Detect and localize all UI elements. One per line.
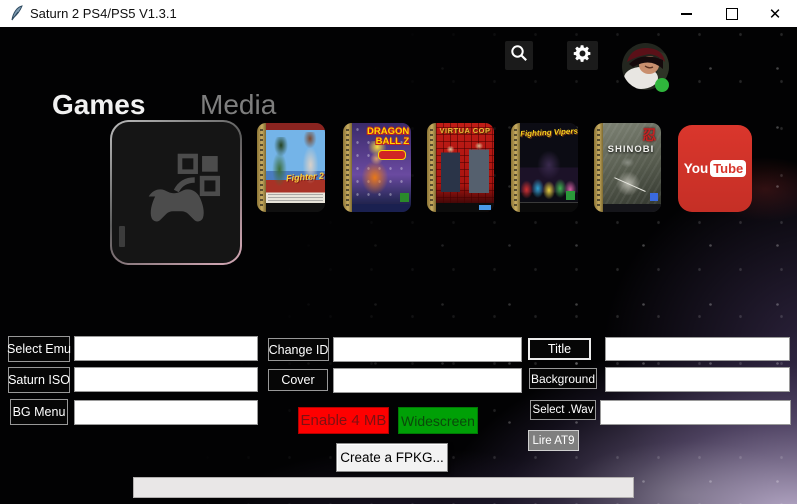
tile-indicator-bar xyxy=(119,226,125,247)
app-feather-icon xyxy=(10,5,24,27)
gear-icon xyxy=(572,43,593,69)
title-input[interactable] xyxy=(605,337,790,361)
window-title: Saturn 2 PS4/PS5 V1.3.1 xyxy=(30,6,177,21)
select-emu-button[interactable]: Select Emu xyxy=(8,336,70,362)
cover-spine xyxy=(257,123,266,212)
game-tile-virtua-cop[interactable]: VIRTUA COP xyxy=(427,123,494,212)
cop-figure xyxy=(469,143,490,202)
youtube-logo-tube: Tube xyxy=(710,160,746,177)
enable-4mb-toggle[interactable]: Enable 4 MB xyxy=(298,407,389,434)
cover-title: VIRTUA COP xyxy=(436,126,494,135)
library-tile-surface xyxy=(112,122,240,263)
game-tile-virtua-fighter-2[interactable]: Fighter 2 xyxy=(257,123,325,212)
app-surface: Games Media xyxy=(0,27,797,504)
game-library-icon xyxy=(134,152,226,235)
change-id-button[interactable]: Change ID xyxy=(268,338,329,361)
cover-art: Fighting Vipers xyxy=(520,123,578,212)
cover-bottom-band xyxy=(603,204,661,212)
background-button[interactable]: Background xyxy=(529,368,597,389)
cover-spine xyxy=(343,123,352,212)
search-button[interactable] xyxy=(505,41,533,70)
titlebar: Saturn 2 PS4/PS5 V1.3.1 ✕ xyxy=(0,0,797,27)
bg-menu-input[interactable] xyxy=(74,400,258,425)
cover-art: Fighter 2 xyxy=(266,123,325,212)
tab-games[interactable]: Games xyxy=(52,89,145,121)
background-input[interactable] xyxy=(605,367,790,392)
minimize-button[interactable] xyxy=(664,0,709,27)
search-icon xyxy=(509,43,529,68)
app-window: Saturn 2 PS4/PS5 V1.3.1 ✕ Games Media xyxy=(0,0,797,504)
game-tile-shinobi[interactable]: 忍 SHINOBI xyxy=(594,123,661,212)
create-fpkg-button[interactable]: Create a FPKG... xyxy=(336,443,448,472)
online-status-dot xyxy=(655,78,669,92)
saturn-iso-input[interactable] xyxy=(74,367,258,392)
select-wav-input[interactable] xyxy=(600,400,791,425)
cover-bottom-band xyxy=(352,204,411,212)
widescreen-toggle[interactable]: Widescreen xyxy=(398,407,478,434)
change-id-input[interactable] xyxy=(333,337,522,362)
cover-art: 忍 SHINOBI xyxy=(603,123,661,212)
cover-title: Fighting Vipers xyxy=(520,127,578,139)
title-button[interactable]: Title xyxy=(528,338,591,360)
select-wav-button[interactable]: Select .Wav xyxy=(530,400,596,420)
cover-art: DRAGON BALL Z xyxy=(352,123,411,212)
cover-bottom-band xyxy=(520,202,578,212)
selected-library-tile[interactable] xyxy=(110,120,242,265)
cover-spine xyxy=(427,123,436,212)
cover-button[interactable]: Cover xyxy=(268,369,328,391)
maximize-button[interactable] xyxy=(709,0,755,27)
game-tile-fighting-vipers[interactable]: Fighting Vipers xyxy=(511,123,578,212)
ninja-figure xyxy=(610,157,648,203)
cover-subtitle-pill xyxy=(378,150,406,160)
publisher-mark xyxy=(400,193,409,202)
cop-figure xyxy=(441,146,461,201)
publisher-mark xyxy=(479,205,491,210)
cover-spine xyxy=(511,123,520,212)
publisher-mark xyxy=(566,191,575,200)
cover-input[interactable] xyxy=(333,368,522,393)
youtube-logo-you: You xyxy=(684,161,709,176)
publisher-mark xyxy=(650,193,658,201)
saturn-iso-button[interactable]: Saturn ISO xyxy=(8,367,70,393)
cover-kanji: 忍 xyxy=(642,125,656,145)
cover-title: SHINOBI xyxy=(608,144,655,155)
game-tile-dragon-ball-z[interactable]: DRAGON BALL Z xyxy=(343,123,411,212)
tab-media[interactable]: Media xyxy=(200,89,276,121)
media-tile-youtube[interactable]: You Tube xyxy=(678,125,752,212)
cover-text-band xyxy=(268,194,323,202)
progress-bar xyxy=(133,477,634,498)
lire-at9-button[interactable]: Lire AT9 xyxy=(528,430,579,451)
cover-spine xyxy=(594,123,603,212)
cover-title: DRAGON BALL Z xyxy=(367,127,409,147)
select-emu-input[interactable] xyxy=(74,336,258,361)
bg-menu-button[interactable]: BG Menu xyxy=(10,399,68,425)
cover-art: VIRTUA COP xyxy=(436,123,494,212)
close-button[interactable]: ✕ xyxy=(753,0,797,27)
settings-button[interactable] xyxy=(567,41,598,70)
